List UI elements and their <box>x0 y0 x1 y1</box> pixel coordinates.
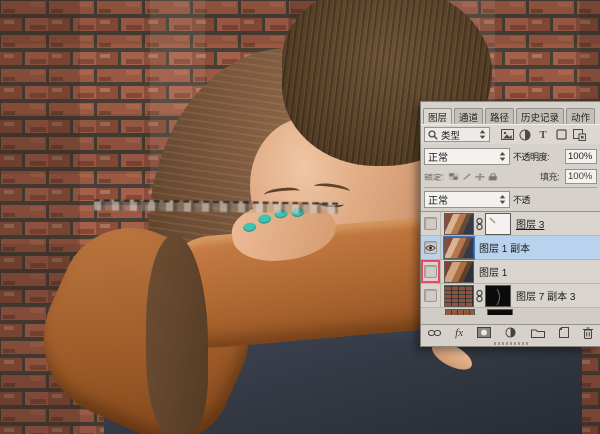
layer-name[interactable]: 图层 1 <box>479 264 507 279</box>
tab-history[interactable]: 历史记录 <box>516 108 565 124</box>
fill-value-field[interactable]: 100% <box>565 169 597 184</box>
tab-actions[interactable]: 动作 <box>566 108 596 124</box>
teal-fingernail <box>257 213 272 225</box>
layer-row-layer3[interactable]: 图层 3 <box>421 212 600 236</box>
layer-row-layer1[interactable]: 图层 1 <box>421 260 600 284</box>
delete-layer-trash-icon[interactable] <box>582 327 593 339</box>
filter-kind-label: 类型 <box>441 130 461 142</box>
add-layer-mask-icon[interactable] <box>477 327 492 338</box>
shape-layer-filter-icon[interactable] <box>554 128 568 142</box>
smart-object-filter-icon[interactable] <box>572 128 586 142</box>
search-icon <box>428 129 438 140</box>
fill-label: 填充: <box>539 172 560 182</box>
overlapping-blend-mode-row: 正常 不透 <box>424 187 597 209</box>
woman-eyebrow-right <box>313 181 351 197</box>
link-layers-icon[interactable] <box>428 329 441 337</box>
eye-icon <box>425 244 436 251</box>
layer-mask-thumbnail-white[interactable] <box>485 212 511 235</box>
layer-filter-row: 类型 T <box>421 124 600 144</box>
layer-mask-thumbnail-black[interactable] <box>485 284 511 307</box>
type-layer-filter-icon[interactable]: T <box>536 128 550 142</box>
visibility-toggle[interactable] <box>421 284 441 307</box>
layer-name[interactable]: 图层 1 副本 <box>479 240 530 255</box>
partial-thumbnail <box>445 309 475 315</box>
layer-row-layer7-copy3[interactable]: 图层 7 副本 3 <box>421 284 600 308</box>
layer-thumbnail[interactable] <box>444 260 474 283</box>
layer-thumbnail[interactable] <box>444 284 474 307</box>
layer-list: 图层 3 图层 1 副本 图层 1 图层 7 副本 3 <box>421 211 600 324</box>
layer-row-layer1-copy[interactable]: 图层 1 副本 <box>421 236 600 260</box>
visibility-toggle[interactable] <box>421 212 441 235</box>
partial-mask-thumbnail <box>487 309 513 315</box>
adjustment-layer-filter-icon[interactable] <box>518 128 532 142</box>
layer-thumbnail[interactable] <box>444 236 474 259</box>
blend-mode-select-2[interactable]: 正常 <box>424 191 510 208</box>
layers-panel: 图层 通道 路径 历史记录 动作 类型 T 正常 不透明度: 100% 锁定: … <box>420 101 600 347</box>
panel-resize-grip[interactable] <box>421 340 600 346</box>
eye-well <box>424 241 437 254</box>
tab-channels[interactable]: 通道 <box>454 108 484 124</box>
blend-mode-value-2: 正常 <box>428 196 448 207</box>
layer-name[interactable]: 图层 7 副本 3 <box>516 288 575 303</box>
screenshot-stage: 图层 通道 路径 历史记录 动作 类型 T 正常 不透明度: 100% 锁定: … <box>0 0 600 434</box>
updown-arrows-icon <box>499 151 506 161</box>
pixel-layer-filter-icon[interactable] <box>500 128 514 142</box>
visibility-toggle[interactable] <box>421 236 441 259</box>
lock-label: 锁定: <box>423 172 445 181</box>
layer-name[interactable]: 图层 3 <box>516 216 544 231</box>
lock-row: 锁定: 填充: 100% <box>424 168 597 185</box>
empty-eye-well <box>424 265 437 278</box>
teal-fingernail <box>242 221 257 233</box>
layer-thumbnail[interactable] <box>444 212 474 235</box>
blend-mode-value: 正常 <box>428 152 448 164</box>
tab-paths[interactable]: 路径 <box>485 108 515 124</box>
empty-eye-well <box>424 217 437 230</box>
layer-row-partial[interactable] <box>421 308 600 324</box>
opacity-value-field[interactable]: 100% <box>565 148 597 164</box>
blend-mode-row: 正常 不透明度: 100% <box>424 146 597 166</box>
blend-mode-select[interactable]: 正常 <box>424 147 510 165</box>
panel-footer-toolbar: fx <box>421 324 600 340</box>
new-layer-icon[interactable] <box>558 327 569 338</box>
mask-link-icon[interactable] <box>474 217 485 230</box>
layer-style-fx-icon[interactable]: fx <box>455 327 463 339</box>
new-group-folder-icon[interactable] <box>530 328 545 338</box>
mask-link-icon[interactable] <box>474 289 485 302</box>
lock-pixels-brush-icon[interactable] <box>461 172 471 181</box>
empty-eye-well <box>424 289 437 302</box>
filter-kind-select[interactable]: 类型 <box>424 127 490 142</box>
woman-eyebrow-left <box>263 186 301 200</box>
lock-transparency-icon[interactable] <box>448 172 458 181</box>
visibility-toggle-red-annotated[interactable] <box>421 260 441 283</box>
lock-position-move-icon[interactable] <box>474 172 485 181</box>
lock-all-padlock-icon[interactable] <box>488 172 497 181</box>
new-adjustment-layer-icon[interactable] <box>505 327 517 338</box>
tab-layers[interactable]: 图层 <box>423 108 453 124</box>
panel-tab-bar: 图层 通道 路径 历史记录 动作 <box>421 108 600 124</box>
opacity-label: 不透明度: <box>513 151 550 162</box>
updown-arrows-icon <box>499 195 506 204</box>
lock-controls-garbled: 锁定: <box>424 171 497 181</box>
updown-arrows-icon <box>479 130 486 139</box>
opacity-label-truncated: 不透 <box>513 195 531 205</box>
